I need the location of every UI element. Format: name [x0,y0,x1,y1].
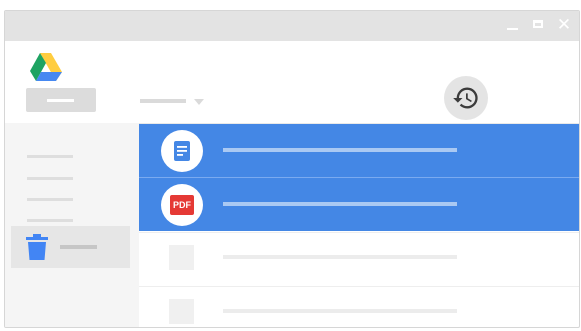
app-window: ✕ PDF [4,10,580,328]
sidebar-item-3[interactable] [27,198,73,201]
history-button[interactable] [444,76,488,120]
file-icon-placeholder [169,299,194,324]
title-bar: ✕ [5,11,579,41]
sort-dropdown[interactable] [140,97,210,107]
maximize-icon[interactable] [531,17,547,33]
sidebar-item-trash[interactable] [11,226,130,268]
history-icon [453,87,478,109]
new-button-label-placeholder [47,99,74,102]
sidebar-item-1[interactable] [27,155,73,158]
google-drive-logo-icon [30,53,62,86]
document-icon [161,130,203,172]
minimize-icon[interactable] [505,17,521,33]
trash-icon [26,234,48,260]
file-row-document[interactable] [139,124,579,177]
file-name-placeholder [223,255,457,259]
row-divider [139,177,579,178]
sidebar-item-4[interactable] [27,219,73,222]
file-name-placeholder [223,309,457,313]
pdf-icon: PDF [161,184,203,226]
close-icon[interactable]: ✕ [556,17,572,34]
sort-label-placeholder [140,99,186,103]
new-button[interactable] [26,88,96,112]
sidebar [5,123,139,327]
file-list: PDF [139,124,579,327]
file-icon-placeholder [169,245,194,270]
pdf-badge: PDF [170,195,194,215]
chevron-down-icon [194,99,204,105]
file-row-placeholder[interactable] [139,232,579,285]
trash-label-placeholder [60,245,97,249]
file-name-placeholder [223,202,457,206]
file-row-placeholder[interactable] [139,286,579,327]
file-name-placeholder [223,148,457,152]
file-row-pdf[interactable]: PDF [139,178,579,231]
sidebar-item-2[interactable] [27,177,73,180]
